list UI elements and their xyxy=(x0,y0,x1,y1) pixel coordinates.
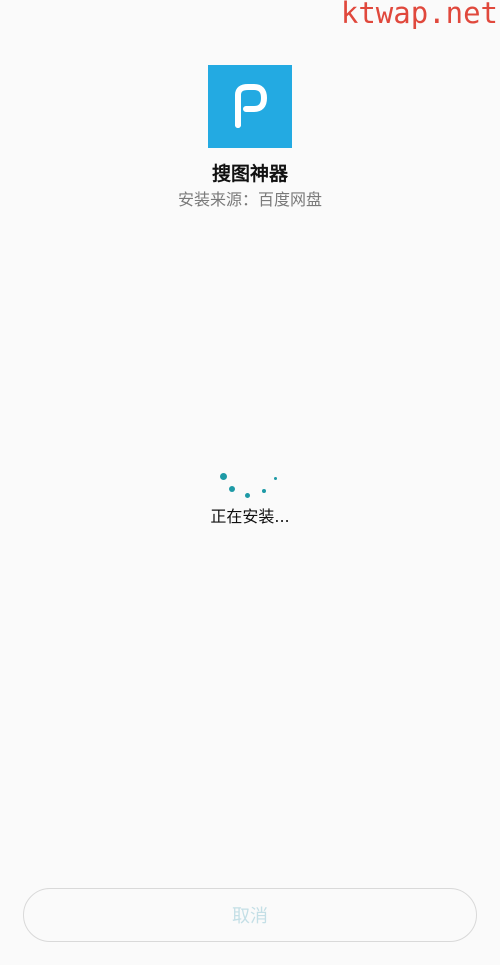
install-source: 安装来源：百度网盘 xyxy=(177,190,322,209)
cancel-button[interactable]: 取消 xyxy=(23,888,477,942)
loading-spinner xyxy=(210,466,290,506)
spinner-dot xyxy=(262,489,266,493)
install-status-text: 正在安装... xyxy=(210,507,290,526)
baidu-netdisk-p-icon xyxy=(235,84,267,128)
watermark: ktwap.net xyxy=(340,0,498,30)
spinner-dot xyxy=(220,473,227,480)
app-icon xyxy=(208,65,292,148)
app-name: 搜图神器 xyxy=(211,163,288,185)
spinner-dot xyxy=(274,477,277,480)
spinner-dot xyxy=(245,493,250,498)
spinner-dot xyxy=(229,486,235,492)
